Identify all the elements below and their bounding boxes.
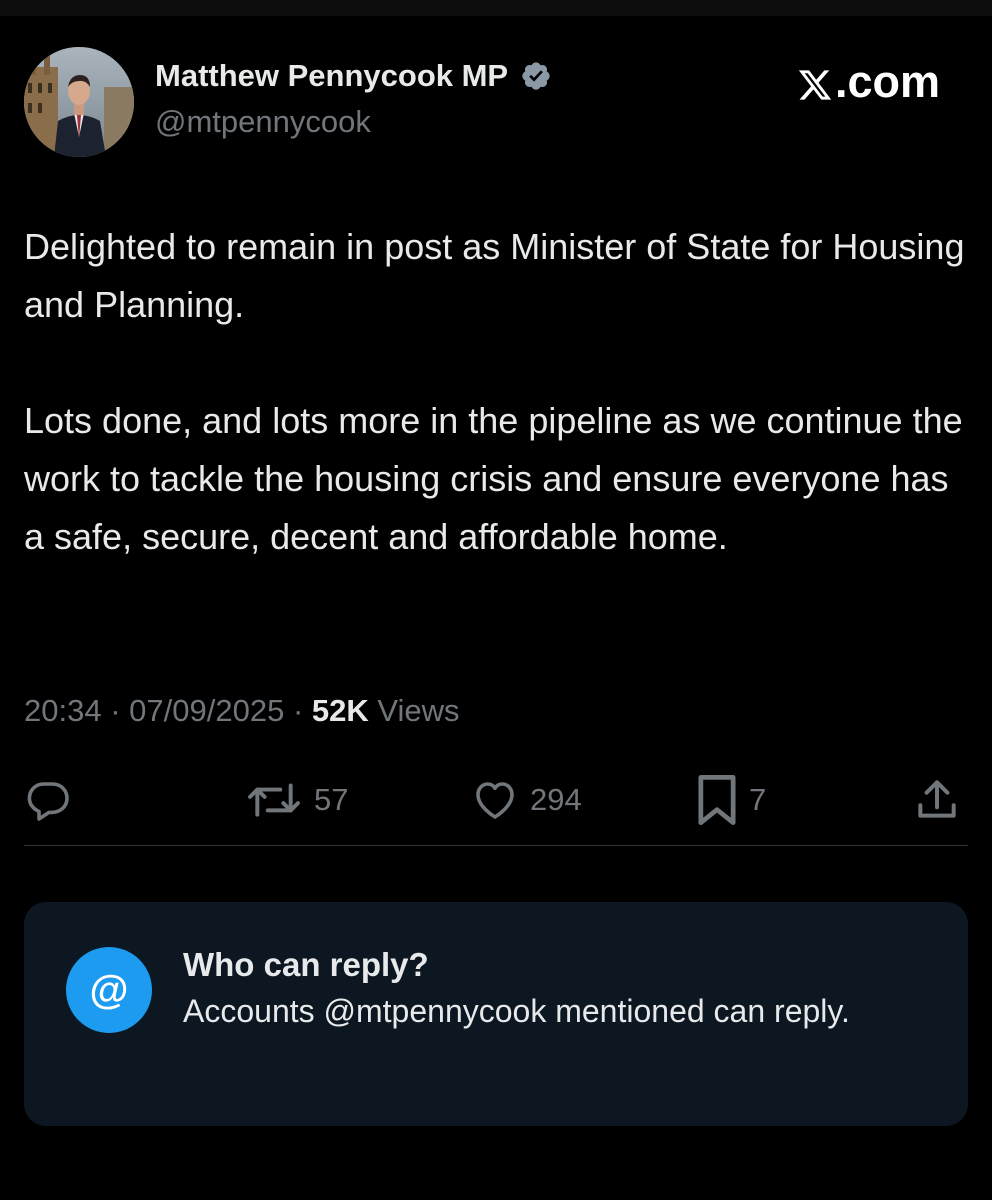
tweet-meta: 20:34 · 07/09/2025 · 52K Views (24, 693, 460, 729)
reply-settings-title: Who can reply? (183, 946, 429, 983)
tweet-paragraph: Lots done, and lots more in the pipeline… (24, 400, 963, 557)
author-name[interactable]: Matthew Pennycook MP (155, 58, 508, 94)
brand: .com (797, 56, 940, 108)
action-bar: 57 294 7 (0, 770, 992, 830)
like-count: 294 (530, 782, 582, 817)
x-logo-icon (797, 63, 833, 101)
views-count[interactable]: 52K (312, 693, 369, 728)
meta-separator: · (110, 693, 121, 728)
bookmark-icon (695, 772, 739, 828)
repost-icon (244, 775, 304, 825)
share-icon (912, 775, 962, 825)
meta-separator: · (292, 693, 304, 728)
views-label: Views (377, 693, 460, 728)
repost-button[interactable]: 57 (244, 770, 348, 830)
reply-settings-card: @ Who can reply? Accounts @mtpennycook m… (24, 902, 968, 1126)
share-button[interactable] (912, 770, 962, 830)
like-button[interactable]: 294 (470, 770, 582, 830)
author-handle[interactable]: @mtpennycook (155, 104, 371, 140)
divider (24, 845, 968, 846)
top-strip (0, 0, 992, 16)
at-icon: @ (66, 947, 152, 1033)
heart-icon (470, 776, 520, 824)
tweet-text: Delighted to remain in post as Minister … (24, 218, 968, 566)
repost-count: 57 (314, 782, 349, 817)
brand-label: .com (834, 56, 940, 107)
reply-button[interactable] (24, 770, 72, 830)
bookmark-count: 7 (749, 782, 767, 817)
bookmark-button[interactable]: 7 (695, 770, 766, 830)
author-name-row[interactable]: Matthew Pennycook MP (155, 58, 552, 94)
verified-badge-icon (520, 60, 552, 92)
reply-icon (24, 776, 72, 824)
tweet-date[interactable]: 07/09/2025 (129, 693, 284, 728)
avatar[interactable] (24, 47, 134, 157)
tweet-paragraph: Delighted to remain in post as Minister … (24, 226, 965, 325)
tweet-time[interactable]: 20:34 (24, 693, 102, 728)
reply-settings-description: Accounts @mtpennycook mentioned can repl… (183, 993, 850, 1029)
